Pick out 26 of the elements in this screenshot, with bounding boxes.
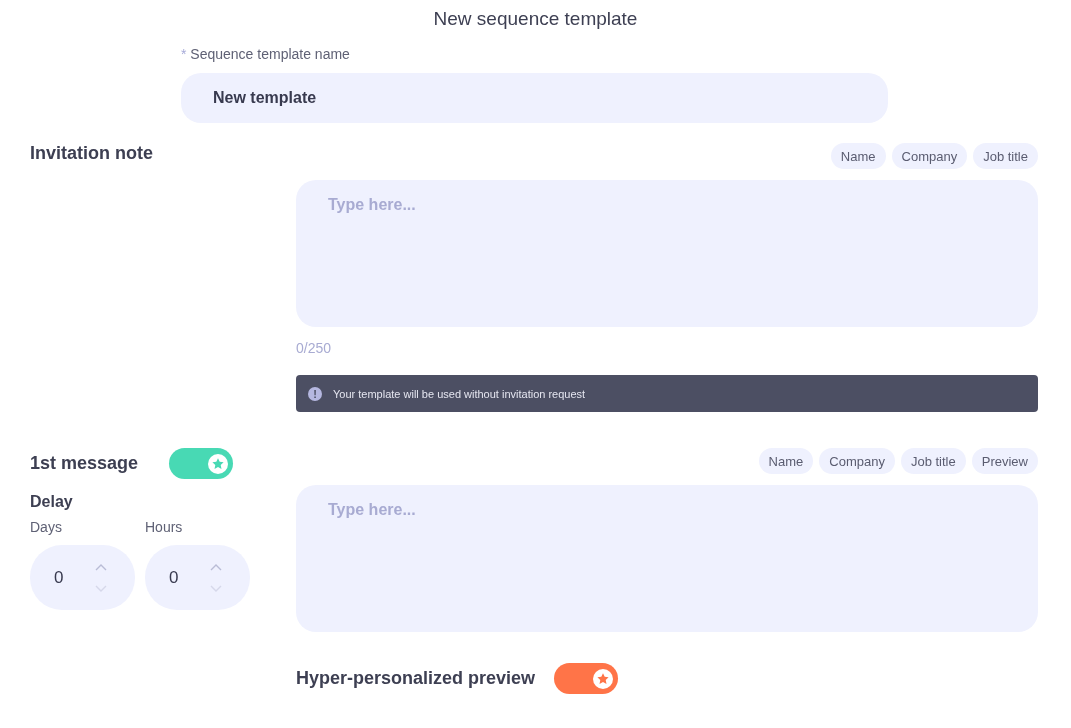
field-label: Days: [30, 519, 63, 537]
variable-chip[interactable]: Job title: [900, 448, 966, 474]
character-counter: 0/250: [296, 340, 333, 356]
template-name-input[interactable]: New template: [181, 73, 888, 123]
number-stepper[interactable]: 0: [145, 545, 250, 610]
toggle-label: Hyper-personalized preview: [296, 668, 536, 689]
number-stepper[interactable]: 0: [30, 545, 135, 610]
variable-chip[interactable]: Name: [830, 143, 886, 169]
page-title: New sequence template: [432, 7, 639, 31]
variable-chip[interactable]: Company: [891, 143, 968, 169]
message-textarea[interactable]: Type here...: [296, 485, 1038, 632]
variable-chip[interactable]: Company: [819, 448, 895, 474]
toggle-switch[interactable]: [169, 448, 234, 479]
toggle-switch[interactable]: [554, 663, 619, 694]
field-label: Sequence template name: [190, 46, 350, 62]
notice-text: Your template will be used without invitation request: [333, 387, 586, 400]
delay-heading: Delay: [30, 493, 74, 511]
variable-chip[interactable]: Job title: [973, 143, 1038, 169]
exclamation-icon: !: [308, 386, 322, 401]
invitation-textarea[interactable]: Type here...: [296, 180, 1038, 327]
variable-chip[interactable]: Preview: [971, 448, 1038, 474]
section-heading: 1st message: [30, 453, 139, 474]
variable-chip[interactable]: Name: [758, 448, 814, 474]
required-asterisk: *: [181, 46, 187, 62]
section-heading: Invitation note: [30, 143, 154, 164]
field-label: Hours: [145, 519, 184, 537]
